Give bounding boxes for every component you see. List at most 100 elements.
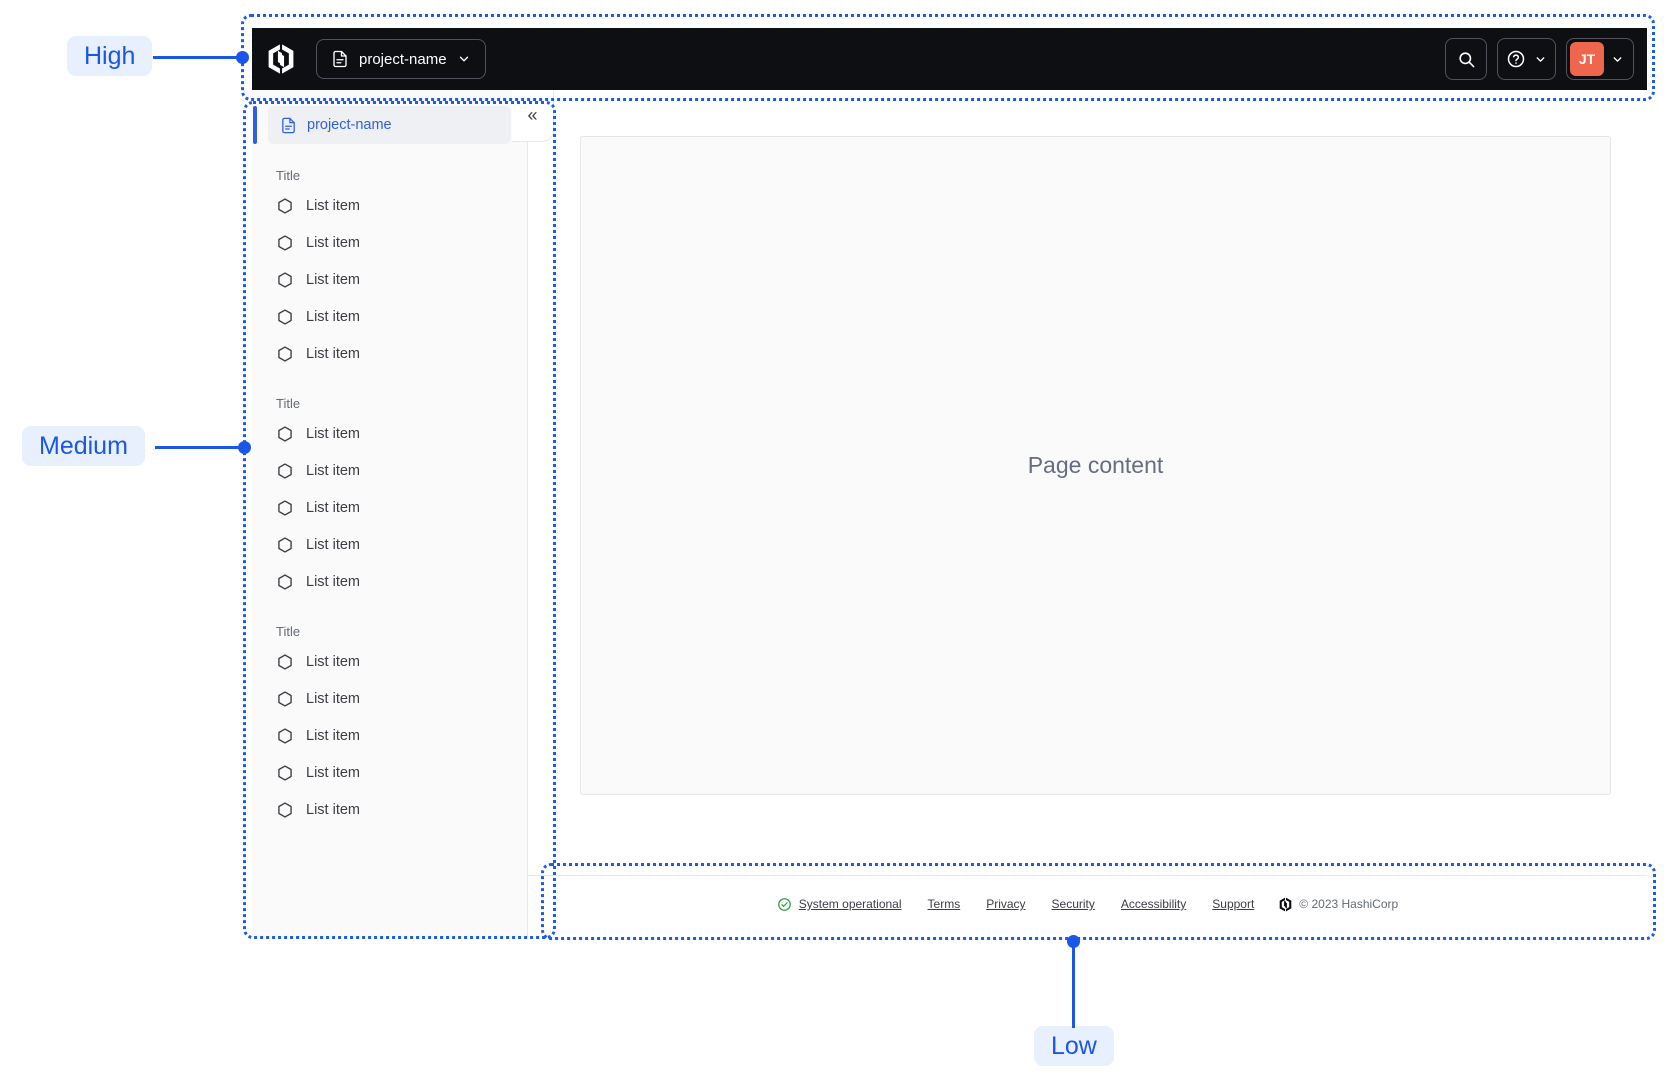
- sidebar-item-label: List item: [306, 197, 360, 214]
- document-icon: [282, 117, 295, 133]
- sidebar-list-item[interactable]: List item: [268, 298, 511, 335]
- sidebar-list-item[interactable]: List item: [268, 187, 511, 224]
- hexagon-icon: [278, 197, 292, 214]
- sidebar-list-item[interactable]: List item: [268, 335, 511, 372]
- hexagon-icon: [278, 690, 292, 707]
- sidebar-list-item[interactable]: List item: [268, 717, 511, 754]
- top-navbar: project-name JT: [252, 28, 1647, 90]
- sidebar-item-label: List item: [306, 271, 360, 288]
- search-button[interactable]: [1445, 38, 1487, 80]
- hexagon-icon: [278, 345, 292, 362]
- hexagon-icon: [278, 653, 292, 670]
- search-icon: [1458, 51, 1474, 67]
- footer-link-privacy[interactable]: Privacy: [986, 897, 1025, 911]
- sidebar-list-item[interactable]: List item: [268, 791, 511, 828]
- sidebar-item-label: List item: [306, 536, 360, 553]
- sidebar-item-label: List item: [306, 690, 360, 707]
- help-icon: [1507, 50, 1525, 68]
- page-content-placeholder: Page content: [1027, 452, 1164, 478]
- project-switcher-button[interactable]: project-name: [316, 39, 486, 79]
- annotation-label-low: Low: [1034, 1026, 1114, 1066]
- footer: System operational Terms Privacy Securit…: [528, 884, 1647, 924]
- annotation-connector-medium: [155, 446, 240, 449]
- sidebar-list-item[interactable]: List item: [268, 415, 511, 452]
- screenshot-canvas: project-name JT project-name Title List …: [0, 0, 1672, 1078]
- sidebar-section-title: Title: [276, 168, 301, 183]
- footer-link-support[interactable]: Support: [1212, 897, 1254, 911]
- hexagon-icon: [278, 764, 292, 781]
- annotation-connector-low: [1072, 944, 1075, 1028]
- check-circle-icon: [777, 897, 791, 911]
- sidebar-project-label: project-name: [307, 117, 392, 133]
- sidebar: project-name Title List item List item L…: [252, 90, 528, 938]
- help-menu-button[interactable]: [1497, 38, 1556, 80]
- annotation-dot-low: [1067, 935, 1080, 948]
- sidebar-item-label: List item: [306, 234, 360, 251]
- annotation-connector-high: [153, 56, 238, 59]
- annotation-dot-high: [236, 51, 249, 64]
- chevron-down-icon: [1613, 56, 1622, 62]
- chevron-down-icon: [459, 56, 468, 62]
- hexagon-icon: [278, 234, 292, 251]
- hashicorp-logo[interactable]: [265, 43, 297, 75]
- footer-link-terms[interactable]: Terms: [928, 897, 961, 911]
- system-status: System operational: [777, 897, 902, 912]
- system-status-link[interactable]: System operational: [799, 897, 902, 911]
- hexagon-icon: [278, 727, 292, 744]
- sidebar-list-item[interactable]: List item: [268, 563, 511, 600]
- annotation-dot-medium: [238, 441, 251, 454]
- sidebar-item-label: List item: [306, 308, 360, 325]
- footer-copyright: © 2023 HashiCorp: [1278, 897, 1398, 912]
- sidebar-list-item[interactable]: List item: [268, 452, 511, 489]
- sidebar-project-link[interactable]: project-name: [268, 106, 511, 144]
- footer-divider: [528, 875, 1647, 876]
- sidebar-item-label: List item: [306, 801, 360, 818]
- sidebar-section-title: Title: [276, 624, 301, 639]
- annotation-label-medium: Medium: [22, 426, 145, 466]
- document-icon: [333, 50, 347, 68]
- sidebar-list-item[interactable]: List item: [268, 224, 511, 261]
- sidebar-list-item[interactable]: List item: [268, 643, 511, 680]
- sidebar-section-2: Title List item List item List item List…: [252, 396, 527, 600]
- user-avatar: JT: [1570, 42, 1604, 76]
- hashicorp-logo-icon: [1279, 897, 1292, 911]
- sidebar-item-label: List item: [306, 573, 360, 590]
- sidebar-section-3: Title List item List item List item List…: [252, 624, 527, 828]
- footer-link-security[interactable]: Security: [1052, 897, 1095, 911]
- sidebar-section-title: Title: [276, 396, 301, 411]
- hexagon-icon: [278, 425, 292, 442]
- sidebar-collapse-button[interactable]: «: [512, 90, 554, 142]
- sidebar-item-label: List item: [306, 345, 360, 362]
- sidebar-item-label: List item: [306, 499, 360, 516]
- sidebar-list-item[interactable]: List item: [268, 680, 511, 717]
- navbar-left: project-name: [265, 39, 486, 79]
- hexagon-icon: [278, 308, 292, 325]
- chevron-down-icon: [1536, 56, 1545, 62]
- sidebar-list-item[interactable]: List item: [268, 261, 511, 298]
- sidebar-item-label: List item: [306, 727, 360, 744]
- hashicorp-logo-icon: [268, 44, 294, 74]
- sidebar-list-item[interactable]: List item: [268, 489, 511, 526]
- project-switcher-label: project-name: [359, 50, 447, 68]
- annotation-label-high: High: [67, 36, 153, 76]
- hexagon-icon: [278, 573, 292, 590]
- page-content-panel: Page content: [580, 136, 1611, 795]
- collapse-chevrons-icon: «: [527, 105, 538, 125]
- sidebar-item-label: List item: [306, 462, 360, 479]
- copyright-text: © 2023 HashiCorp: [1299, 897, 1399, 911]
- sidebar-section-1: Title List item List item List item List…: [252, 168, 527, 372]
- sidebar-list-item[interactable]: List item: [268, 526, 511, 563]
- hexagon-icon: [278, 499, 292, 516]
- sidebar-item-label: List item: [306, 764, 360, 781]
- user-menu-button[interactable]: JT: [1566, 38, 1634, 80]
- sidebar-active-indicator: [253, 106, 257, 144]
- sidebar-list-item[interactable]: List item: [268, 754, 511, 791]
- sidebar-item-label: List item: [306, 425, 360, 442]
- hexagon-icon: [278, 536, 292, 553]
- sidebar-item-label: List item: [306, 653, 360, 670]
- hexagon-icon: [278, 271, 292, 288]
- navbar-right: JT: [1445, 38, 1634, 80]
- hexagon-icon: [278, 801, 292, 818]
- footer-link-accessibility[interactable]: Accessibility: [1121, 897, 1186, 911]
- hexagon-icon: [278, 462, 292, 479]
